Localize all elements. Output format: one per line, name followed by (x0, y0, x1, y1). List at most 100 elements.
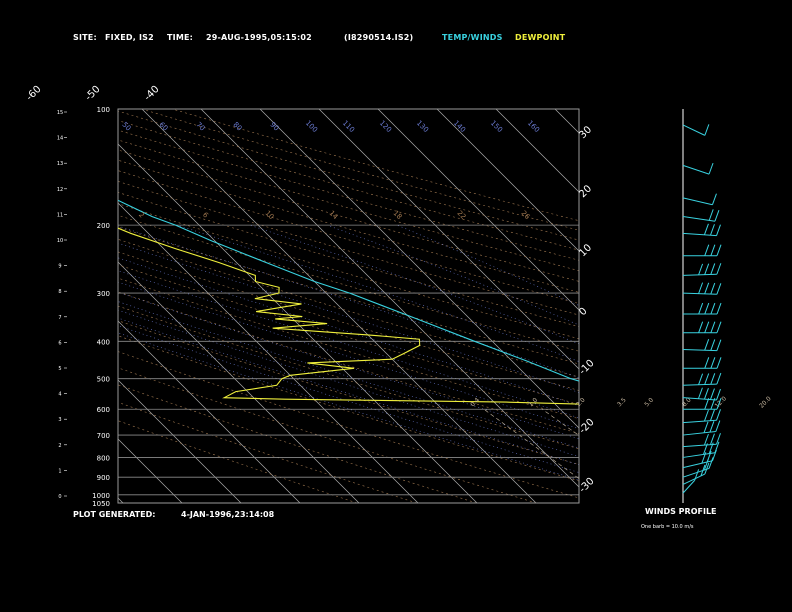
wind-barb-flag (698, 373, 704, 385)
adiabat-label: 26 (519, 209, 531, 221)
wind-barb-flag (697, 387, 703, 399)
height-tick-label: 5 (58, 366, 61, 372)
adiabat-label: 110 (341, 119, 356, 134)
adiabat-label: 18 (391, 209, 403, 221)
wind-barb-flag (710, 263, 716, 275)
isotherm-line (732, 109, 792, 503)
height-tick-label: 10 (57, 238, 63, 244)
dry-adiabat-line (118, 401, 417, 503)
wind-barb-flag (703, 421, 709, 433)
adiabat-label: 150 (489, 119, 504, 134)
mixing-ratio-label: 20.0 (758, 395, 773, 410)
mixing-ratio-line (775, 409, 792, 503)
wind-barb-flag (709, 388, 715, 400)
wind-barb-flag (710, 373, 716, 385)
height-tick-label: 13 (57, 161, 63, 167)
wind-barb-staff (682, 292, 717, 295)
wind-barb-flag (709, 421, 715, 433)
right-temperature-tick-label: -30 (577, 476, 596, 495)
wind-barb-flag (716, 357, 722, 369)
wind-profile-panel (682, 109, 722, 503)
wind-barb-flag (708, 457, 714, 469)
mixing-ratio-label: 1.0 (527, 397, 539, 409)
moist-adiabat-line (118, 225, 579, 379)
wind-barb-flag (715, 420, 721, 432)
mixing-ratio-label: 12.0 (714, 395, 729, 410)
isotherm-line (436, 109, 579, 252)
top-temperature-tick-label: -50 (83, 84, 102, 103)
wind-barb-flag (708, 162, 714, 175)
wind-barb-flag (716, 321, 722, 333)
wind-barb-flag (716, 409, 721, 421)
moist-adiabat-line (118, 257, 579, 407)
isotherm-line (554, 109, 579, 134)
wind-barb-flag (704, 302, 710, 315)
right-temperature-tick-label: -10 (577, 358, 596, 377)
dry-adiabat-line (118, 384, 477, 503)
pressure-tick-label: 1050 (92, 500, 110, 508)
height-tick-label: 12 (57, 187, 63, 193)
adiabat-label: 6 (201, 211, 210, 220)
wind-barb-flag (716, 224, 721, 236)
wind-barb-flag (714, 210, 720, 222)
isotherm-line (141, 109, 537, 503)
height-tick-label: 2 (58, 443, 61, 449)
wind-barb-flag (716, 244, 722, 256)
height-tick-label: 0 (58, 494, 61, 500)
mixing-ratio-label: 3.5 (616, 397, 628, 409)
moist-adiabat-line (118, 270, 579, 419)
right-temperature-tick-label: -20 (577, 417, 596, 436)
wind-barb-flag (710, 339, 716, 351)
wind-barb-flag (710, 302, 716, 315)
isotherm-line (118, 320, 301, 503)
adiabat-label: 50 (120, 121, 132, 133)
isotherm-line (0, 109, 64, 503)
right-temperature-tick-label: 30 (577, 124, 594, 141)
moist-adiabat-line (118, 309, 579, 457)
wind-barb-flag (709, 409, 715, 421)
adiabat-label: 160 (526, 119, 541, 134)
wind-barb-flag (703, 409, 709, 422)
wind-barb-staff (682, 197, 713, 206)
wind-barb-flag (710, 282, 716, 295)
pressure-tick-label: 300 (97, 290, 110, 298)
wind-barb-flag (704, 373, 710, 385)
pressure-tick-label: 500 (97, 376, 110, 384)
wind-barb-flag (704, 282, 710, 295)
wind-barb-flag (704, 244, 710, 256)
plot-border (117, 108, 580, 504)
chart-axis-labels: 1002003004005006007008009001000105001234… (24, 84, 773, 508)
adiabat-label: 14 (327, 209, 339, 221)
height-tick-label: 14 (57, 136, 63, 142)
height-tick-label: 11 (57, 212, 63, 218)
dry-adiabat-line (118, 120, 579, 251)
isotherm-line (118, 202, 419, 503)
height-tick-label: 7 (58, 315, 61, 321)
mixing-ratio-line (696, 409, 792, 503)
isotherm-line (495, 109, 579, 193)
wind-barb-staff (682, 419, 717, 424)
wind-barb-flag (710, 244, 716, 256)
adiabat-label: 22 (455, 209, 467, 221)
right-temperature-tick-label: 20 (577, 183, 594, 200)
mixing-ratio-line (542, 408, 579, 436)
adiabat-label: 70 (194, 121, 206, 133)
wind-barb-flag (709, 433, 715, 445)
mixing-ratio-line (730, 409, 792, 503)
adiabat-label: 10 (263, 209, 275, 221)
wind-barb-staff (682, 124, 706, 136)
height-tick-label: 6 (58, 340, 61, 346)
adiabat-label: 140 (452, 119, 467, 134)
isotherm-line (318, 109, 579, 370)
pressure-tick-label: 800 (97, 454, 110, 462)
mixing-ratio-label: 0.4 (469, 397, 481, 409)
wind-barb-staff (682, 164, 710, 175)
pressure-tick-label: 700 (97, 432, 110, 440)
chart-series (118, 199, 579, 405)
wind-barb-flag (709, 224, 715, 236)
height-tick-label: 1 (58, 468, 61, 474)
wind-barb-staff (682, 431, 716, 436)
pressure-tick-label: 900 (97, 474, 110, 482)
wind-barb-flag (704, 124, 710, 136)
wind-barb-flag (703, 433, 709, 446)
